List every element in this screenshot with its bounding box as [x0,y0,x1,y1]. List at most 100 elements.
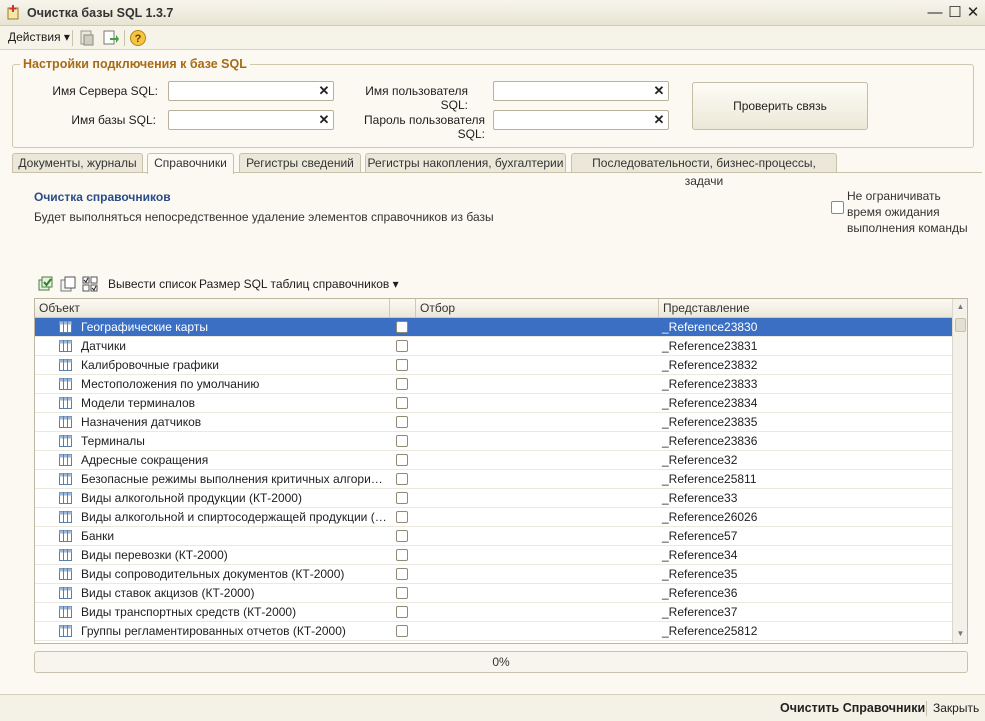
column-header-filter[interactable]: Отбор [416,299,659,318]
progress-bar: 0% [34,651,968,673]
clear-catalogs-button[interactable]: Очистить Справочники [780,701,925,715]
no-limit-checkbox[interactable] [831,201,844,214]
table-row[interactable]: Безопасные режимы выполнения критичных а… [35,470,952,489]
row-object: Географические карты [81,320,208,334]
row-checkbox[interactable] [396,606,408,618]
row-object: Модели терминалов [81,396,196,410]
tab-documents[interactable]: Документы, журналы [12,153,143,173]
table-row[interactable]: Виды ставок акцизов (КТ-2000) _Reference3… [35,584,952,603]
catalog-table-icon [59,340,72,352]
sql-size-menu[interactable]: Размер SQL таблиц справочников ▾ [199,277,399,291]
row-checkbox[interactable] [396,530,408,542]
row-checkbox[interactable] [396,511,408,523]
column-header-object[interactable]: Объект [35,299,390,318]
row-checkbox[interactable] [396,454,408,466]
table-row[interactable]: Модели терминалов _Reference23834 [35,394,952,413]
table-row[interactable]: Местоположения по умолчанию _Reference238… [35,375,952,394]
check-connection-button[interactable]: Проверить связь [692,82,868,130]
catalog-table-icon [59,473,72,485]
row-checkbox[interactable] [396,397,408,409]
row-representation: _Reference34 [662,548,738,562]
db-field[interactable]: ✕ [168,110,334,130]
close-button[interactable]: Закрыть [933,701,979,715]
toggle-checks-icon[interactable] [82,276,98,292]
user-label: Имя пользователя SQL: [365,84,468,112]
row-object: Виды алкогольной продукции (КТ-2000) [81,491,302,505]
tab-sequences[interactable]: Последовательности, бизнес-процессы, зад… [571,153,837,188]
copy-icon[interactable] [60,276,76,292]
row-checkbox[interactable] [396,378,408,390]
table-row[interactable]: Географические карты _Reference23830 [35,318,952,337]
tab-accumulation-registers[interactable]: Регистры накопления, бухгалтерии [365,153,566,173]
table-row[interactable]: Группы регламентированных отчетов (КТ-20… [35,622,952,641]
no-limit-label: Не ограничивать время ожидания выполнени… [847,189,968,235]
catalogs-table: Объект Отбор Представление Географически… [34,298,968,644]
user-field[interactable]: ✕ [493,81,669,101]
table-row[interactable]: Виды транспортных средств (КТ-2000) _Refe… [35,603,952,622]
table-row[interactable]: Виды перевозки (КТ-2000) _Reference34 [35,546,952,565]
table-row[interactable]: Виды алкогольной и спиртосодержащей прод… [35,508,952,527]
tab-info-registers[interactable]: Регистры сведений [239,153,361,173]
table-row[interactable]: Терминалы _Reference23836 [35,432,952,451]
column-header-representation[interactable]: Представление [659,299,952,318]
output-list-button[interactable]: Вывести список [108,277,196,291]
row-object: Назначения датчиков [81,415,202,429]
row-representation: _Reference23835 [662,415,758,429]
footer-bar: Очистить Справочники Закрыть [0,694,985,721]
minimize-button[interactable]: — [925,3,945,23]
row-checkbox[interactable] [396,321,408,333]
help-icon[interactable]: ? [129,29,147,47]
row-checkbox[interactable] [396,473,408,485]
table-row[interactable]: Датчики _Reference23831 [35,337,952,356]
table-row[interactable]: Назначения датчиков _Reference23835 [35,413,952,432]
row-checkbox[interactable] [396,549,408,561]
tab-catalogs[interactable]: Справочники [147,153,234,174]
close-window-button[interactable]: ✕ [963,3,983,23]
scroll-thumb[interactable] [955,318,966,332]
export-doc-icon[interactable] [101,29,119,47]
row-representation: _Reference25812 [662,624,758,638]
row-checkbox[interactable] [396,568,408,580]
actions-menu[interactable]: Действия ▾ [8,30,70,44]
vertical-scrollbar[interactable]: ▲ ▼ [952,299,967,643]
row-object: Калибровочные графики [81,358,220,372]
scroll-up-icon[interactable]: ▲ [953,299,967,315]
toolbar-separator [72,30,73,46]
clear-user-icon[interactable]: ✕ [652,83,666,99]
catalog-table-icon [59,397,72,409]
row-object: Терминалы [81,434,145,448]
table-row[interactable]: Виды сопроводительных документов (КТ-200… [35,565,952,584]
table-body: Географические карты _Reference23830 Датчи… [35,318,952,641]
maximize-button[interactable]: ☐ [945,3,965,23]
scroll-down-icon[interactable]: ▼ [953,626,967,642]
row-checkbox[interactable] [396,625,408,637]
table-row[interactable]: Адресные сокращения _Reference32 [35,451,952,470]
table-row[interactable]: Калибровочные графики _Reference23832 [35,356,952,375]
row-representation: _Reference23834 [662,396,758,410]
row-representation: _Reference23831 [662,339,758,353]
row-object: Виды транспортных средств (КТ-2000) [81,605,297,619]
clear-server-icon[interactable]: ✕ [317,83,331,99]
clear-password-icon[interactable]: ✕ [652,112,666,128]
row-checkbox[interactable] [396,492,408,504]
server-field[interactable]: ✕ [168,81,334,101]
clear-db-icon[interactable]: ✕ [317,112,331,128]
row-checkbox[interactable] [396,340,408,352]
row-checkbox[interactable] [396,359,408,371]
catalog-table-icon [59,435,72,447]
row-object: Банки [81,529,115,543]
password-field[interactable]: ✕ [493,110,669,130]
row-checkbox[interactable] [396,416,408,428]
table-header: Объект Отбор Представление [35,299,952,318]
footer-separator [926,701,927,716]
settings-doc-icon[interactable] [78,29,96,47]
table-row[interactable]: Виды алкогольной продукции (КТ-2000) _Ref… [35,489,952,508]
row-checkbox[interactable] [396,587,408,599]
row-checkbox[interactable] [396,435,408,447]
row-representation: _Reference26026 [662,510,758,524]
row-representation: _Reference23836 [662,434,758,448]
table-row[interactable]: Банки _Reference57 [35,527,952,546]
section-title: Очистка справочников [34,190,171,204]
column-header-check[interactable] [390,299,416,318]
check-all-icon[interactable] [38,276,54,292]
